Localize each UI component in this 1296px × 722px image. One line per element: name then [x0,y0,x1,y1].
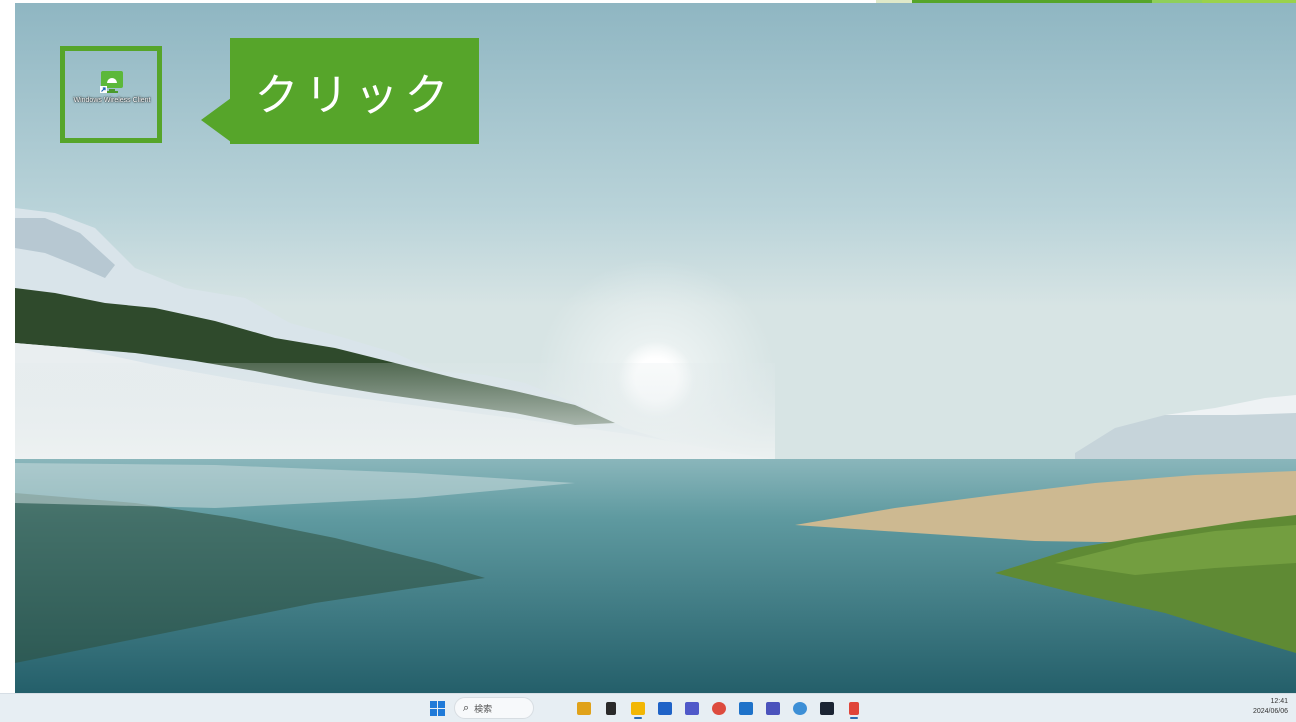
settings-app-icon [792,701,807,715]
windows-start-icon [430,700,445,716]
desktop-shortcut-wireless-client[interactable]: Windows Wireless Client [69,69,155,139]
clock-time: 12:41 [1270,698,1288,705]
taskbar-app-briefcase[interactable] [573,697,595,719]
teams-icon [684,701,699,715]
taskbar: ⌕ 検索 12:41 2024/06/06 [0,693,1296,722]
file-explorer-icon [630,701,645,715]
active-indicator [633,717,642,719]
desktop: Windows Wireless Client クリック [15,3,1296,693]
store-icon [657,701,672,715]
active-indicator [849,717,858,719]
taskbar-app-terminal[interactable] [816,697,838,719]
callout-text: クリック [254,70,455,121]
taskbar-app-snipping-tool[interactable] [843,697,865,719]
desktop-shortcut-label: Windows Wireless Client [73,97,151,104]
callout-pointer [201,98,231,142]
taskbar-app-outlook[interactable] [735,697,757,719]
taskbar-app-settings[interactable] [789,697,811,719]
teams-classic-icon [765,701,780,715]
click-callout: クリック [230,38,479,144]
briefcase-app-icon [576,701,591,715]
search-placeholder: 検索 [474,704,493,715]
outlook-icon [738,701,753,715]
taskbar-app-store[interactable] [654,697,676,719]
terminal-icon [819,701,834,715]
search-icon: ⌕ [463,701,470,714]
chrome-icon [711,701,726,715]
taskbar-app-task-view[interactable] [600,697,622,719]
wireless-monitor-icon [100,71,123,93]
taskbar-search-box[interactable]: ⌕ 検索 [454,697,534,719]
taskbar-apps: ⌕ 検索 [424,697,867,719]
taskbar-clock[interactable]: 12:41 2024/06/06 [1253,697,1288,717]
start-button[interactable] [427,697,449,719]
task-view-icon [605,701,616,715]
taskbar-app-teams-classic[interactable] [762,697,784,719]
snipping-tool-icon [848,701,859,715]
taskbar-app-chrome[interactable] [708,697,730,719]
taskbar-app-teams[interactable] [681,697,703,719]
clock-date: 2024/06/06 [1252,708,1288,715]
taskbar-app-file-explorer[interactable] [627,697,649,719]
